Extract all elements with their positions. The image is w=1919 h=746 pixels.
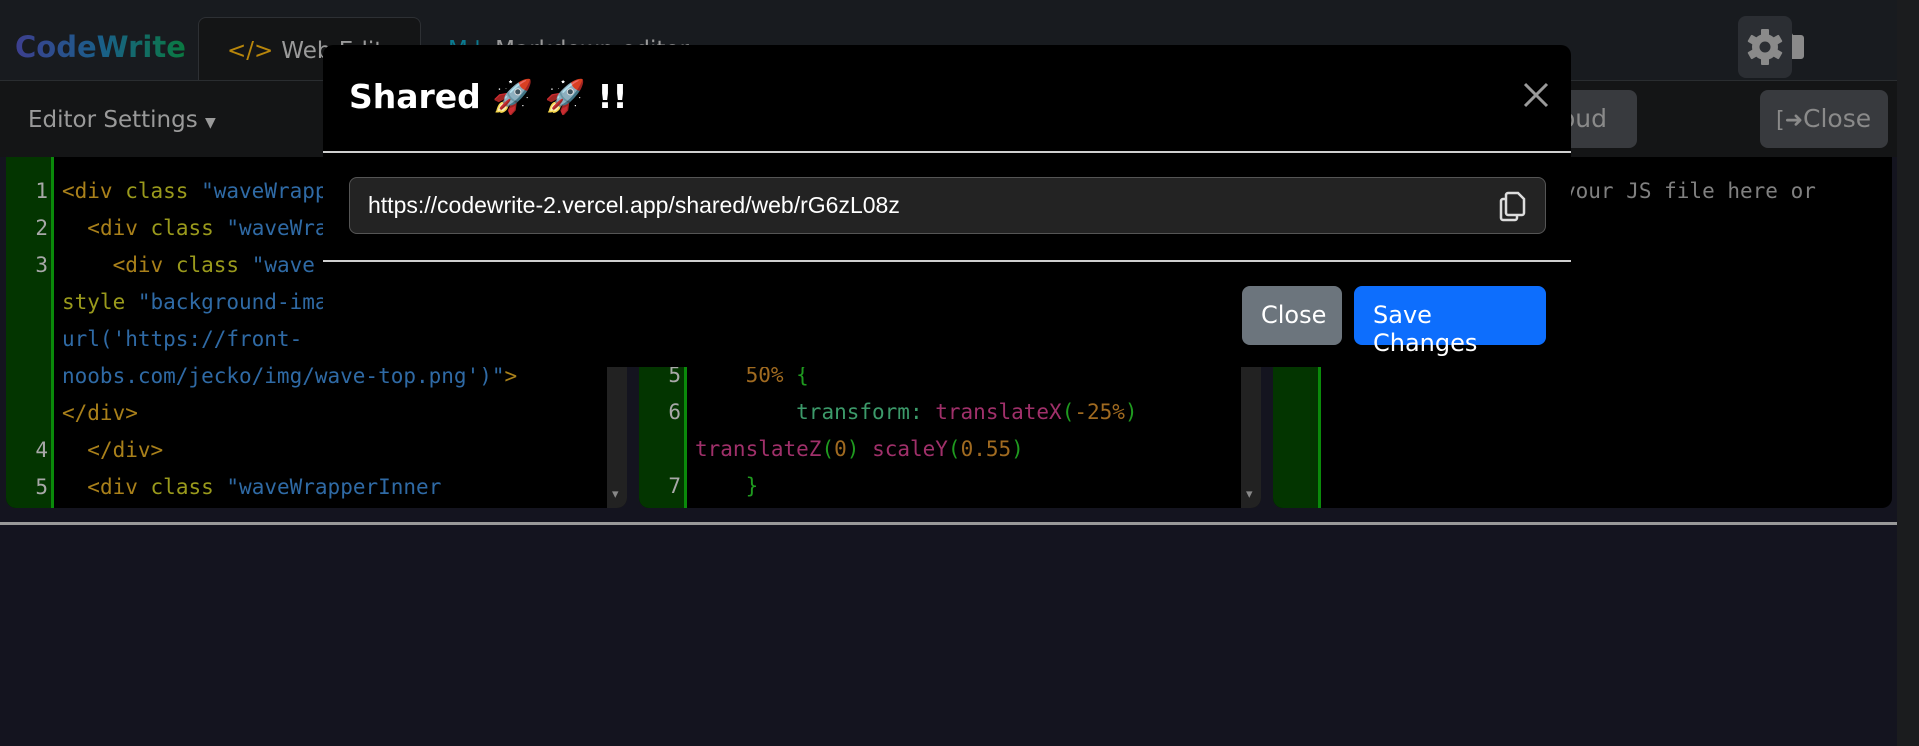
code-content[interactable]: 50% { transform: translateX(-25%) transla… — [695, 357, 1237, 505]
divider — [0, 522, 1897, 525]
button-label: Close — [1803, 104, 1872, 133]
modal-title: Shared 🚀 🚀 !! — [349, 77, 628, 116]
gear-icon — [1747, 29, 1783, 65]
editor-settings-dropdown[interactable]: Editor Settings ▼ — [28, 107, 216, 133]
divider — [323, 260, 1571, 262]
copy-icon[interactable] — [1497, 189, 1529, 223]
line-numbers: 123 45 — [35, 179, 48, 499]
line-numbers: 56 7 — [668, 363, 681, 498]
save-changes-button[interactable]: Save Changes — [1354, 286, 1546, 357]
settings-button[interactable] — [1738, 16, 1792, 78]
close-button[interactable]: Close — [1242, 286, 1342, 345]
close-icon[interactable] — [1518, 77, 1554, 113]
share-url-input[interactable]: https://codewrite-2.vercel.app/shared/we… — [349, 177, 1546, 234]
dropdown-label: Editor Settings — [28, 107, 198, 133]
caret-down-icon: ▼ — [205, 115, 216, 131]
close-editor-button[interactable]: [➜Close — [1760, 90, 1888, 148]
sign-out-icon: [➜ — [1776, 108, 1804, 133]
url-text: https://codewrite-2.vercel.app/shared/we… — [368, 192, 900, 218]
share-modal: Shared 🚀 🚀 !! https://codewrite-2.vercel… — [323, 45, 1571, 367]
js-placeholder: your JS file here or — [1563, 179, 1816, 203]
code-icon: </> — [227, 38, 274, 64]
brand-logo[interactable]: CodeWrite — [15, 30, 186, 64]
scrollbar-track[interactable] — [1897, 0, 1919, 746]
divider — [323, 151, 1571, 153]
